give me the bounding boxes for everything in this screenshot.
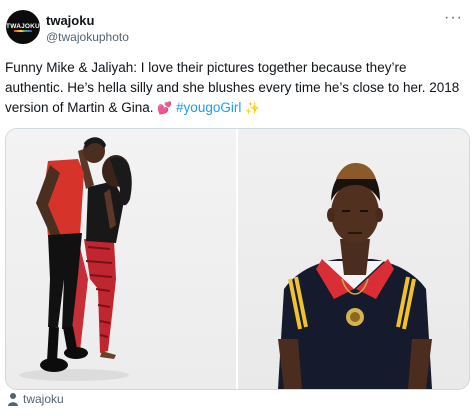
couple-illustration [19,137,132,381]
man-portrait-photo[interactable] [238,129,469,389]
person-icon [8,393,18,406]
hashtag-link[interactable]: #yougoGirl [176,100,241,115]
man-illustration [278,163,432,389]
tweet-text: Funny Mike & Jaliyah: I love their pictu… [5,58,467,118]
user-handle[interactable]: @twajokuphoto [46,30,129,44]
avatar[interactable]: TWAJOKU [6,10,40,44]
tagged-user-name[interactable]: twajoku [23,392,64,406]
avatar-logo-text: TWAJOKU [6,22,40,30]
tweet-card: TWAJOKU twajoku @twajokuphoto ··· Funny … [0,0,474,416]
avatar-rainbow-stripe [14,30,32,32]
more-options-icon[interactable]: ··· [444,9,463,27]
couple-portrait-photo[interactable] [6,129,236,389]
hearts-emoji: 💕 [157,101,173,115]
display-name[interactable]: twajoku [46,13,94,28]
sparkles-emoji: ✨ [245,101,261,115]
media-grid[interactable] [5,128,470,390]
